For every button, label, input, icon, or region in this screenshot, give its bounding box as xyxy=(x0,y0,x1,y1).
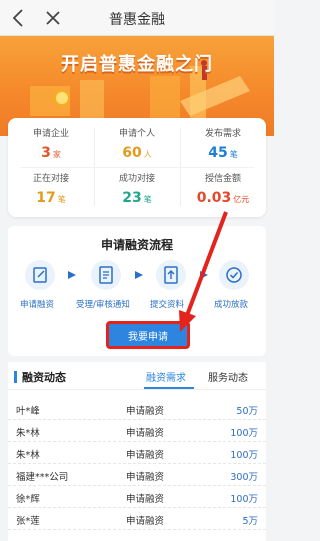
stat-unit: 家 xyxy=(52,150,61,159)
table-row[interactable]: 朱*林 申请融资 100万 xyxy=(8,442,266,464)
row-amount: 300万 xyxy=(230,472,258,483)
arrow-right-icon xyxy=(135,271,143,279)
financing-process-card: 申请融资流程 申请融资 受理/审核通知 提交资料 成功放款 我要申请 xyxy=(8,226,266,356)
upload-icon xyxy=(156,260,186,290)
stat-value: 17 xyxy=(36,190,56,206)
row-type: 申请融资 xyxy=(126,428,165,439)
stat-label: 申请个人 xyxy=(118,129,155,139)
flow-step-label: 提交资料 xyxy=(150,300,185,310)
table-row[interactable]: 福建***公司 申请融资 300万 xyxy=(8,464,266,486)
active-tab-indicator xyxy=(144,387,194,389)
row-amount: 100万 xyxy=(230,450,258,461)
apply-now-button[interactable]: 我要申请 xyxy=(106,321,190,349)
divider xyxy=(20,167,254,168)
stat-label: 授信金额 xyxy=(204,174,241,184)
stat-value: 23 xyxy=(122,190,142,206)
row-type: 申请融资 xyxy=(126,406,165,417)
stat-unit: 亿元 xyxy=(233,195,250,204)
financing-news-section: 融资动态 融资需求 服务动态 叶*峰 申请融资 50万 朱*林 申请融资 100… xyxy=(8,362,266,541)
stat-value: 3 xyxy=(41,145,51,161)
stat-value: 0.03 xyxy=(196,190,232,206)
row-amount: 50万 xyxy=(236,406,258,417)
check-icon xyxy=(219,260,249,290)
flow-step-label: 申请融资 xyxy=(20,300,55,310)
row-type: 申请融资 xyxy=(126,472,165,483)
arrow-right-icon xyxy=(200,271,208,279)
stat-published-demands: 发布需求 45 笔 xyxy=(180,128,266,164)
row-amount: 100万 xyxy=(230,494,258,505)
title-accent-bar xyxy=(14,371,17,383)
page-title: 普惠金融 xyxy=(109,12,165,28)
table-row[interactable]: 徐*辉 申请融资 100万 xyxy=(8,486,266,508)
top-navbar: 普惠金融 xyxy=(0,0,274,36)
flow-title: 申请融资流程 xyxy=(100,238,173,252)
row-name: 朱*林 xyxy=(16,428,40,439)
row-type: 申请融资 xyxy=(126,494,165,505)
arrow-right-icon xyxy=(68,271,76,279)
row-name: 福建***公司 xyxy=(16,472,69,483)
stat-label: 成功对接 xyxy=(118,174,155,184)
banner-title: 开启普惠金融之门 xyxy=(61,54,213,75)
stat-value: 60 xyxy=(122,145,142,161)
tab-service-news[interactable]: 服务动态 xyxy=(208,369,248,384)
stat-applying-companies: 申请企业 3家 xyxy=(8,128,94,164)
row-amount: 100万 xyxy=(230,428,258,439)
table-row[interactable]: 叶*峰 申请融资 50万 xyxy=(8,398,266,420)
table-row[interactable]: 朱*林 申请融资 100万 xyxy=(8,420,266,442)
row-type: 申请融资 xyxy=(126,516,165,527)
stat-unit: 笔 xyxy=(229,150,238,159)
row-name: 叶*峰 xyxy=(16,406,40,417)
stat-value: 45 xyxy=(208,145,228,161)
news-header: 融资动态 融资需求 服务动态 xyxy=(8,362,266,390)
news-title: 融资动态 xyxy=(22,371,66,384)
row-name: 朱*林 xyxy=(16,450,40,461)
flow-step-label: 成功放款 xyxy=(214,300,249,310)
row-amount: 5万 xyxy=(242,516,258,527)
statistics-card: 申请企业 3家 申请个人 60 人 发布需求 45 笔 正在对接 17 笔 成功对接 … xyxy=(8,118,266,217)
stat-credit-amount: 授信金额 0.03 亿元 xyxy=(180,173,266,209)
stat-unit: 笔 xyxy=(143,195,152,204)
document-icon xyxy=(91,260,121,290)
stat-in-progress: 正在对接 17 笔 xyxy=(8,173,94,209)
stat-unit: 人 xyxy=(143,150,152,159)
tab-financing-demand[interactable]: 融资需求 xyxy=(146,369,186,384)
stat-applying-individuals: 申请个人 60 人 xyxy=(94,128,180,164)
row-name: 徐*辉 xyxy=(16,494,40,505)
edit-icon xyxy=(25,260,55,290)
stat-successful: 成功对接 23 笔 xyxy=(94,173,180,209)
stat-unit: 笔 xyxy=(57,195,66,204)
flow-step-label: 受理/审核通知 xyxy=(76,300,130,310)
stat-label: 正在对接 xyxy=(32,174,69,184)
table-row[interactable]: 张*莲 申请融资 5万 xyxy=(8,508,266,530)
row-type: 申请融资 xyxy=(126,450,165,461)
stat-label: 申请企业 xyxy=(32,129,69,139)
row-name: 张*莲 xyxy=(16,516,40,527)
stat-label: 发布需求 xyxy=(204,129,241,139)
